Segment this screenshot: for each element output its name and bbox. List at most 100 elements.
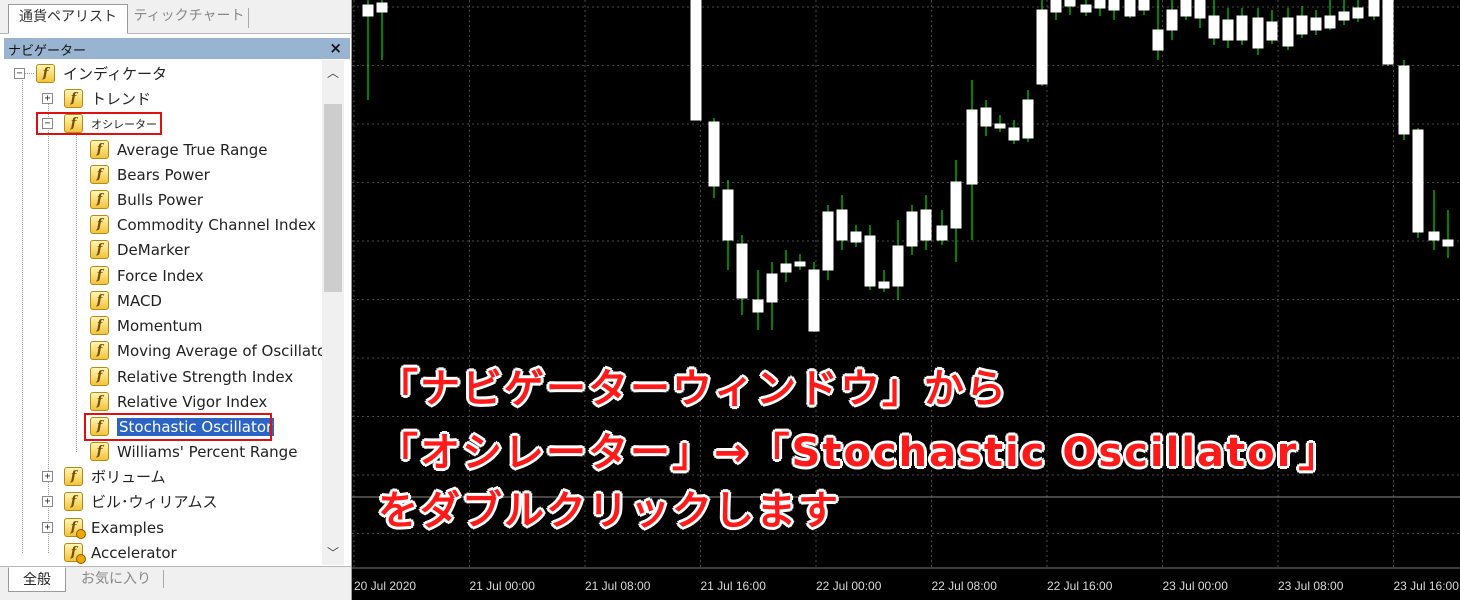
time-axis-label: 21 Jul 16:00 (701, 579, 767, 593)
chevron-down-icon[interactable]: ﹀ (327, 544, 339, 561)
indicator-icon: f (90, 367, 109, 386)
indicator-icon: f (90, 442, 109, 461)
candle-body (1180, 0, 1192, 17)
highlight-box-oscillators (36, 112, 162, 135)
tree-item-oscillator[interactable]: f Commodity Channel Index (90, 212, 316, 237)
candle-body (892, 245, 904, 287)
time-axis-label: 23 Jul 08:00 (1278, 579, 1344, 593)
indicator-icon: f (90, 240, 109, 259)
candle-body (1236, 15, 1248, 41)
tree-label: ビル･ウィリアムス (91, 493, 218, 511)
tree-line (76, 128, 77, 452)
candle-body (1080, 4, 1092, 13)
candle-body (1412, 129, 1424, 233)
candle-body (878, 281, 890, 289)
candle-body (1398, 65, 1410, 135)
tree-label: Bears Power (117, 165, 210, 184)
candle-body (780, 263, 792, 273)
tree-label: Examples (91, 518, 164, 537)
candle-body (1368, 0, 1380, 17)
candle-body (376, 2, 388, 13)
tree-item-oscillator[interactable]: f Williams' Percent Range (90, 439, 297, 464)
indicator-folder-icon: f (36, 64, 55, 83)
tree-item-trend[interactable]: + f トレンド (42, 86, 151, 111)
tree-item-oscillator[interactable]: f MACD (90, 288, 162, 313)
custom-indicator-icon: f (64, 543, 86, 564)
close-icon[interactable]: × (329, 39, 342, 57)
scrollbar-thumb[interactable] (324, 104, 342, 292)
expand-icon[interactable]: + (42, 522, 53, 533)
tree-label: DeMarker (117, 240, 190, 259)
tree-item-oscillator[interactable]: f Relative Vigor Index (90, 389, 267, 414)
tree-line (22, 78, 23, 553)
time-axis-label: 20 Jul 2020 (354, 579, 416, 593)
expand-icon[interactable]: + (42, 471, 53, 482)
navigator-panel: 通貨ペアリスト ティックチャート ナビゲーター × − f インディケータ + … (0, 0, 352, 600)
tree-item-oscillator[interactable]: f Bulls Power (90, 187, 203, 212)
candle-body (752, 299, 764, 313)
candle-body (1166, 9, 1178, 31)
tree-label: Relative Strength Index (117, 367, 294, 386)
tab-symbol-list[interactable]: 通貨ペアリスト (8, 4, 128, 34)
candle-body (1094, 0, 1106, 9)
tree-label: Commodity Channel Index (117, 215, 316, 234)
candle-body (822, 211, 834, 271)
time-axis-label: 22 Jul 00:00 (816, 579, 882, 593)
indicator-icon: f (90, 215, 109, 234)
tree-label: Force Index (117, 266, 204, 285)
tree-item-bill-williams[interactable]: + f ビル･ウィリアムス (42, 489, 217, 514)
custom-indicator-icon: f (64, 518, 86, 539)
tab-common[interactable]: 全般 (8, 567, 66, 592)
tree-item-oscillator[interactable]: f DeMarker (90, 237, 190, 262)
indicator-icon: f (90, 266, 109, 285)
expand-icon[interactable]: + (42, 496, 53, 507)
candle-body (1352, 7, 1364, 19)
tree-item-oscillator[interactable]: f Bears Power (90, 162, 210, 187)
time-axis-label: 23 Jul 00:00 (1163, 579, 1229, 593)
candle-body (1036, 9, 1048, 85)
bottom-tab-bar: 全般 お気に入り (0, 566, 351, 600)
expand-icon[interactable]: + (42, 93, 53, 104)
navigator-tree: − f インディケータ + f トレンド − f オシレーター f Average… (0, 60, 322, 565)
candle-body (808, 269, 820, 332)
highlight-box-stochastic (84, 413, 272, 441)
candle-body (966, 109, 978, 185)
top-tab-bar: 通貨ペアリスト ティックチャート (0, 0, 351, 34)
collapse-icon[interactable]: − (14, 68, 25, 79)
candle-body (936, 225, 948, 241)
tree-label: Williams' Percent Range (117, 442, 298, 461)
tree-item-oscillator[interactable]: f Moving Average of Oscillato (90, 338, 322, 363)
candle-body (1428, 231, 1440, 241)
indicator-icon: f (90, 165, 109, 184)
tree-item-oscillator[interactable]: f Force Index (90, 263, 204, 288)
tree-label: ボリューム (91, 468, 166, 486)
navigator-title: ナビゲーター (8, 44, 87, 59)
tree-item-oscillator[interactable]: f Relative Strength Index (90, 364, 293, 389)
tree-label: インディケータ (63, 65, 167, 83)
indicator-icon: f (90, 140, 109, 159)
candle-body (1252, 17, 1264, 49)
candle-body (1222, 19, 1234, 41)
navigator-scrollbar[interactable]: ︿ ﹀ (322, 60, 344, 565)
tree-item-oscillator[interactable]: f Momentum (90, 313, 202, 338)
tab-tick-chart[interactable]: ティックチャート (129, 4, 249, 31)
tree-label: Average True Range (117, 140, 268, 159)
indicator-folder-icon: f (64, 467, 83, 486)
candle-body (994, 123, 1006, 129)
candle-body (1442, 239, 1454, 247)
tree-item-volumes[interactable]: + f ボリューム (42, 464, 166, 489)
candle-body (1382, 0, 1394, 65)
candle-body (1064, 0, 1076, 7)
tab-favorites[interactable]: お気に入り (70, 567, 164, 592)
caption-line-2: 「オシレーター」→「Stochastic Oscillator」 (378, 430, 1341, 476)
tree-item-examples[interactable]: + f Examples (42, 515, 164, 540)
tree-item-accelerator[interactable]: f Accelerator (64, 540, 177, 565)
chevron-up-icon[interactable]: ︿ (327, 64, 339, 81)
tree-item-indicators[interactable]: − f インディケータ (14, 61, 167, 86)
caption-line-1: 「ナビゲーターウィンドウ」から (378, 366, 1008, 412)
tree-label: Relative Vigor Index (117, 392, 268, 411)
tree-item-oscillator[interactable]: f Average True Range (90, 137, 268, 162)
indicator-icon: f (90, 190, 109, 209)
candle-body (906, 211, 918, 247)
candle-body (950, 181, 962, 229)
